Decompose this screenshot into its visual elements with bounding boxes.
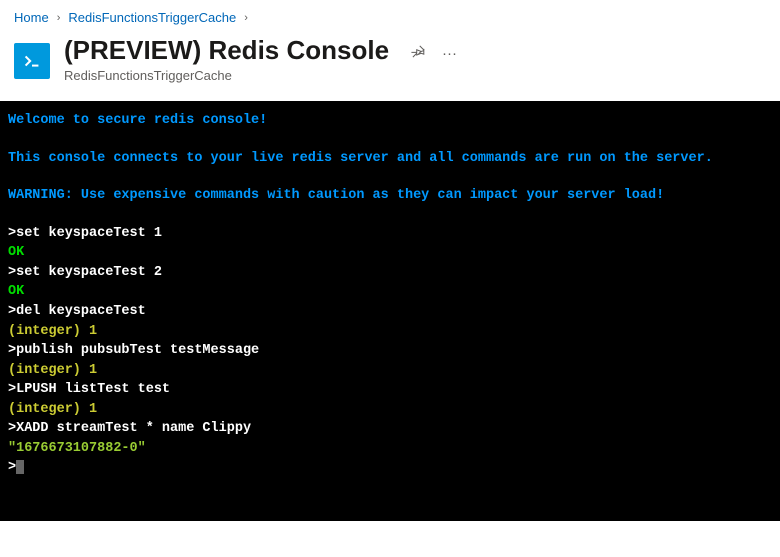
console-line-cmd: >set keyspaceTest 1 [8,224,772,244]
pin-icon[interactable] [411,44,426,63]
console-line-cmd: >del keyspaceTest [8,302,772,322]
console-line-cmd: >LPUSH listTest test [8,380,772,400]
console-prompt[interactable]: > [8,458,772,478]
breadcrumb-link-resource[interactable]: RedisFunctionsTriggerCache [68,10,236,25]
console-icon [14,43,50,79]
console-line-int: (integer) 1 [8,400,772,420]
console-line-cmd: >set keyspaceTest 2 [8,263,772,283]
console-line-int: (integer) 1 [8,322,772,342]
more-icon[interactable]: ··· [442,45,457,62]
console-line-str: "1676673107882-0" [8,439,772,459]
console-line-cmd: >publish pubsubTest testMessage [8,341,772,361]
breadcrumb-link-home[interactable]: Home [14,10,49,25]
console-line-ok: OK [8,282,772,302]
page-subtitle: RedisFunctionsTriggerCache [64,68,389,83]
chevron-right-icon: › [57,12,61,24]
redis-console[interactable]: Welcome to secure redis console! This co… [0,101,780,521]
console-banner-warning: WARNING: Use expensive commands with cau… [8,186,772,206]
chevron-right-icon: › [244,12,248,24]
console-banner-welcome: Welcome to secure redis console! [8,111,772,131]
cursor-icon [16,460,24,474]
console-line-ok: OK [8,243,772,263]
console-line-int: (integer) 1 [8,361,772,381]
console-line-cmd: >XADD streamTest * name Clippy [8,419,772,439]
page-title: (PREVIEW) Redis Console [64,35,389,66]
console-banner-info: This console connects to your live redis… [8,149,772,169]
breadcrumb: Home › RedisFunctionsTriggerCache › [14,10,766,25]
